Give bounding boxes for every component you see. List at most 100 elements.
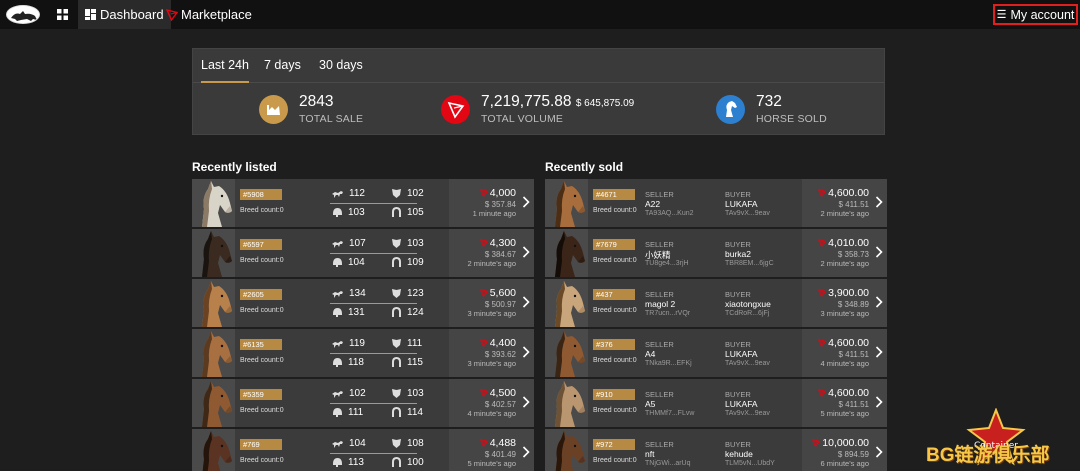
tab-30-days[interactable]: 30 days (319, 49, 363, 83)
stamina-shield-icon (392, 389, 401, 398)
chevron-right-icon[interactable] (875, 396, 883, 408)
seller-name[interactable]: A22 (645, 199, 660, 209)
chevron-right-icon[interactable] (522, 396, 530, 408)
tron-icon (479, 289, 488, 297)
total-sale-label: TOTAL SALE (299, 113, 364, 125)
stamina-shield-icon (392, 289, 401, 298)
tron-logo-icon (166, 8, 178, 21)
apps-grid-icon[interactable] (57, 9, 68, 20)
listed-row[interactable]: #2605 Breed count:0 134 123 131 124 5,600 $ 500… (192, 279, 534, 327)
stamina-shield-icon (392, 239, 401, 248)
chart-icon (259, 95, 288, 124)
top-nav-bar: Dashboard Marketplace ☰ My account (0, 0, 1080, 29)
seller-address: TNjGWi...arUq (645, 460, 691, 467)
buyer-label: BUYER (725, 440, 751, 449)
price-panel: 4,600.00 $ 411.51 4 minute's ago (802, 329, 887, 377)
helmet-stat: 131 (332, 307, 365, 318)
chevron-right-icon[interactable] (875, 346, 883, 358)
sold-row[interactable]: #972 Breed count:0 SELLER nft TNjGWi...arUq B… (545, 429, 887, 471)
price-trx: 4,300 (479, 237, 516, 249)
stats-panel: Last 24h 7 days 30 days 2843 TOTAL SALE … (192, 48, 885, 135)
listed-row[interactable]: #5908 Breed count:0 112 102 103 105 4,000 $ 357… (192, 179, 534, 227)
horseshoe-icon (392, 257, 401, 267)
shoe-value: 105 (407, 207, 424, 218)
total-volume-usd: $ 645,875.09 (575, 98, 635, 109)
seller-name[interactable]: magol 2 (645, 299, 675, 309)
price-value: 10,000.00 (822, 437, 869, 449)
speed-stat: 102 (331, 388, 366, 399)
horse-portrait (192, 329, 235, 377)
stat-divider (330, 453, 417, 454)
buyer-name[interactable]: kehude (725, 449, 753, 459)
seller-name[interactable]: nft (645, 449, 654, 459)
chevron-right-icon[interactable] (875, 246, 883, 258)
helmet-value: 131 (348, 307, 365, 318)
chevron-right-icon[interactable] (522, 446, 530, 458)
chevron-right-icon[interactable] (522, 196, 530, 208)
listed-time: 3 minute's ago (467, 359, 516, 368)
chevron-right-icon[interactable] (522, 246, 530, 258)
chevron-right-icon[interactable] (875, 446, 883, 458)
breed-count: Breed count:0 (593, 457, 637, 464)
listed-row[interactable]: #769 Breed count:0 104 108 113 100 4,488 $ 401.… (192, 429, 534, 471)
horseshoe-icon (392, 407, 401, 417)
buyer-name[interactable]: burka2 (725, 249, 751, 259)
seller-name[interactable]: A4 (645, 349, 655, 359)
price-panel: 4,000 $ 357.84 1 minute ago (449, 179, 534, 227)
stamina-value: 111 (407, 338, 423, 349)
total-volume-trx: 7,219,775.88 (481, 93, 572, 110)
logo-icon[interactable] (6, 5, 40, 24)
price-trx: 4,600.00 (818, 337, 869, 349)
breed-count: Breed count:0 (593, 307, 637, 314)
horse-id-badge: #972 (593, 439, 635, 450)
sold-row[interactable]: #437 Breed count:0 SELLER magol 2 TR7ucn...r… (545, 279, 887, 327)
my-account-button[interactable]: ☰ My account (993, 4, 1078, 25)
sold-time: 5 minute's ago (820, 409, 869, 418)
buyer-name[interactable]: xiaotongxue (725, 299, 771, 309)
price-trx: 4,600.00 (818, 387, 869, 399)
price-usd: $ 358.73 (837, 250, 869, 259)
helmet-icon (333, 308, 342, 317)
stamina-value: 123 (407, 288, 424, 299)
sold-row[interactable]: #7679 Breed count:0 SELLER 小妖精 TU8ge4...3rjH… (545, 229, 887, 277)
helmet-stat: 118 (332, 357, 364, 368)
price-usd: $ 401.49 (484, 450, 516, 459)
chevron-right-icon[interactable] (875, 196, 883, 208)
chevron-right-icon[interactable] (522, 296, 530, 308)
listed-row[interactable]: #5359 Breed count:0 102 103 111 114 4,500 $ 402… (192, 379, 534, 427)
stamina-stat: 111 (391, 338, 422, 349)
stamina-value: 103 (407, 238, 424, 249)
stamina-shield-icon (392, 189, 401, 198)
buyer-name[interactable]: LUKAFA (725, 199, 758, 209)
listed-row[interactable]: #6135 Breed count:0 119 111 118 115 4,400 $ 393… (192, 329, 534, 377)
price-panel: 4,488 $ 401.49 5 minute's ago (449, 429, 534, 471)
tron-icon (441, 95, 470, 124)
price-usd: $ 411.51 (838, 400, 869, 409)
breed-count: Breed count:0 (240, 357, 284, 364)
breed-count: Breed count:0 (240, 457, 284, 464)
tab-last-24h[interactable]: Last 24h (201, 49, 249, 83)
speed-value: 102 (349, 388, 366, 399)
seller-name[interactable]: A5 (645, 399, 655, 409)
sold-row[interactable]: #376 Breed count:0 SELLER A4 TNka9R...EFKj BU… (545, 329, 887, 377)
tab-7-days[interactable]: 7 days (264, 49, 301, 83)
buyer-address: TAv9vX...9eav (725, 360, 770, 367)
stat-divider (330, 353, 417, 354)
stat-divider (330, 253, 417, 254)
sold-row[interactable]: #4671 Breed count:0 SELLER A22 TA93AQ...Kun2… (545, 179, 887, 227)
buyer-name[interactable]: LUKAFA (725, 349, 758, 359)
chevron-right-icon[interactable] (875, 296, 883, 308)
nav-dashboard[interactable]: Dashboard (78, 0, 171, 29)
menu-icon: ☰ (996, 9, 1007, 21)
price-value: 4,010.00 (828, 237, 869, 249)
nav-marketplace[interactable]: Marketplace (166, 0, 252, 29)
buyer-name[interactable]: LUKAFA (725, 399, 758, 409)
chevron-right-icon[interactable] (522, 346, 530, 358)
sold-row[interactable]: #910 Breed count:0 SELLER A5 THMMf7...FLvw BU… (545, 379, 887, 427)
listed-time: 1 minute ago (472, 209, 516, 218)
price-value: 5,600 (489, 287, 516, 299)
breed-count: Breed count:0 (593, 257, 637, 264)
tron-icon (479, 389, 488, 397)
horse-id-badge: #7679 (593, 239, 635, 250)
listed-row[interactable]: #6597 Breed count:0 107 103 104 109 4,300 $ 384… (192, 229, 534, 277)
